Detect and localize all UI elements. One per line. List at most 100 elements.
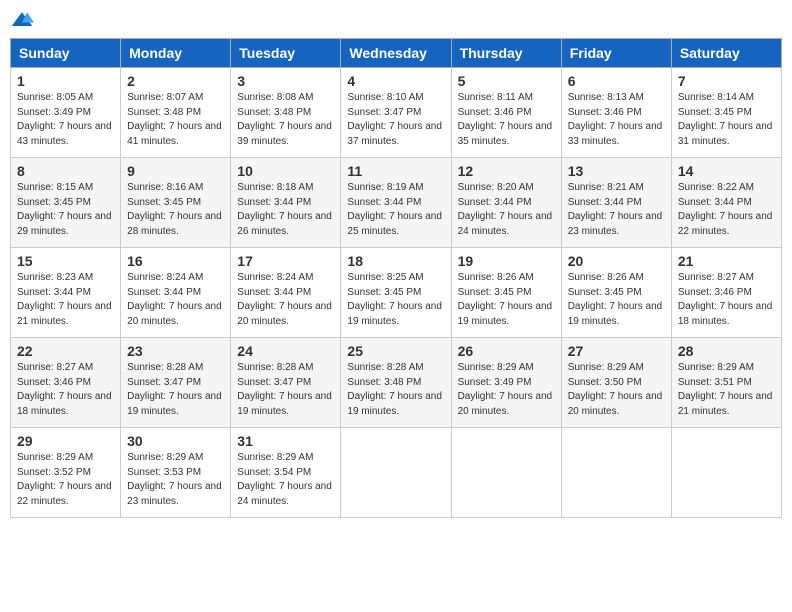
day-info: Sunrise: 8:27 AM Sunset: 3:46 PM Dayligh… <box>17 361 114 419</box>
day-info: Sunrise: 8:21 AM Sunset: 3:44 PM Dayligh… <box>568 181 665 239</box>
logo <box>10 10 38 30</box>
day-info: Sunrise: 8:29 AM Sunset: 3:50 PM Dayligh… <box>568 361 665 419</box>
table-row: 13 Sunrise: 8:21 AM Sunset: 3:44 PM Dayl… <box>561 158 671 248</box>
table-row <box>671 428 781 518</box>
table-row <box>561 428 671 518</box>
day-info: Sunrise: 8:16 AM Sunset: 3:45 PM Dayligh… <box>127 181 224 239</box>
table-row: 16 Sunrise: 8:24 AM Sunset: 3:44 PM Dayl… <box>121 248 231 338</box>
table-row: 19 Sunrise: 8:26 AM Sunset: 3:45 PM Dayl… <box>451 248 561 338</box>
day-info: Sunrise: 8:24 AM Sunset: 3:44 PM Dayligh… <box>237 271 334 329</box>
table-row: 9 Sunrise: 8:16 AM Sunset: 3:45 PM Dayli… <box>121 158 231 248</box>
day-number: 29 <box>17 433 114 449</box>
day-number: 28 <box>678 343 775 359</box>
week-row-5: 29 Sunrise: 8:29 AM Sunset: 3:52 PM Dayl… <box>11 428 782 518</box>
table-row: 11 Sunrise: 8:19 AM Sunset: 3:44 PM Dayl… <box>341 158 451 248</box>
day-number: 27 <box>568 343 665 359</box>
day-number: 15 <box>17 253 114 269</box>
day-info: Sunrise: 8:26 AM Sunset: 3:45 PM Dayligh… <box>568 271 665 329</box>
calendar-table: SundayMondayTuesdayWednesdayThursdayFrid… <box>10 38 782 518</box>
day-number: 14 <box>678 163 775 179</box>
day-number: 2 <box>127 73 224 89</box>
day-info: Sunrise: 8:27 AM Sunset: 3:46 PM Dayligh… <box>678 271 775 329</box>
day-info: Sunrise: 8:07 AM Sunset: 3:48 PM Dayligh… <box>127 91 224 149</box>
table-row: 24 Sunrise: 8:28 AM Sunset: 3:47 PM Dayl… <box>231 338 341 428</box>
day-number: 26 <box>458 343 555 359</box>
table-row: 5 Sunrise: 8:11 AM Sunset: 3:46 PM Dayli… <box>451 68 561 158</box>
table-row: 21 Sunrise: 8:27 AM Sunset: 3:46 PM Dayl… <box>671 248 781 338</box>
table-row: 6 Sunrise: 8:13 AM Sunset: 3:46 PM Dayli… <box>561 68 671 158</box>
day-number: 7 <box>678 73 775 89</box>
table-row <box>451 428 561 518</box>
week-row-3: 15 Sunrise: 8:23 AM Sunset: 3:44 PM Dayl… <box>11 248 782 338</box>
table-row: 22 Sunrise: 8:27 AM Sunset: 3:46 PM Dayl… <box>11 338 121 428</box>
day-number: 5 <box>458 73 555 89</box>
day-number: 30 <box>127 433 224 449</box>
day-number: 8 <box>17 163 114 179</box>
day-info: Sunrise: 8:28 AM Sunset: 3:48 PM Dayligh… <box>347 361 444 419</box>
table-row: 4 Sunrise: 8:10 AM Sunset: 3:47 PM Dayli… <box>341 68 451 158</box>
day-info: Sunrise: 8:08 AM Sunset: 3:48 PM Dayligh… <box>237 91 334 149</box>
day-number: 17 <box>237 253 334 269</box>
table-row: 8 Sunrise: 8:15 AM Sunset: 3:45 PM Dayli… <box>11 158 121 248</box>
day-info: Sunrise: 8:14 AM Sunset: 3:45 PM Dayligh… <box>678 91 775 149</box>
day-info: Sunrise: 8:29 AM Sunset: 3:54 PM Dayligh… <box>237 451 334 509</box>
week-row-4: 22 Sunrise: 8:27 AM Sunset: 3:46 PM Dayl… <box>11 338 782 428</box>
table-row: 3 Sunrise: 8:08 AM Sunset: 3:48 PM Dayli… <box>231 68 341 158</box>
table-row: 2 Sunrise: 8:07 AM Sunset: 3:48 PM Dayli… <box>121 68 231 158</box>
day-number: 16 <box>127 253 224 269</box>
table-row: 15 Sunrise: 8:23 AM Sunset: 3:44 PM Dayl… <box>11 248 121 338</box>
table-row: 25 Sunrise: 8:28 AM Sunset: 3:48 PM Dayl… <box>341 338 451 428</box>
day-info: Sunrise: 8:11 AM Sunset: 3:46 PM Dayligh… <box>458 91 555 149</box>
day-number: 24 <box>237 343 334 359</box>
header-thursday: Thursday <box>451 39 561 68</box>
day-number: 6 <box>568 73 665 89</box>
day-info: Sunrise: 8:19 AM Sunset: 3:44 PM Dayligh… <box>347 181 444 239</box>
day-number: 23 <box>127 343 224 359</box>
header-sunday: Sunday <box>11 39 121 68</box>
day-number: 3 <box>237 73 334 89</box>
table-row: 29 Sunrise: 8:29 AM Sunset: 3:52 PM Dayl… <box>11 428 121 518</box>
table-row: 28 Sunrise: 8:29 AM Sunset: 3:51 PM Dayl… <box>671 338 781 428</box>
table-row: 30 Sunrise: 8:29 AM Sunset: 3:53 PM Dayl… <box>121 428 231 518</box>
day-info: Sunrise: 8:05 AM Sunset: 3:49 PM Dayligh… <box>17 91 114 149</box>
day-info: Sunrise: 8:23 AM Sunset: 3:44 PM Dayligh… <box>17 271 114 329</box>
day-info: Sunrise: 8:29 AM Sunset: 3:52 PM Dayligh… <box>17 451 114 509</box>
day-info: Sunrise: 8:29 AM Sunset: 3:51 PM Dayligh… <box>678 361 775 419</box>
table-row: 14 Sunrise: 8:22 AM Sunset: 3:44 PM Dayl… <box>671 158 781 248</box>
logo-icon <box>10 10 34 30</box>
day-number: 19 <box>458 253 555 269</box>
table-row: 12 Sunrise: 8:20 AM Sunset: 3:44 PM Dayl… <box>451 158 561 248</box>
week-row-1: 1 Sunrise: 8:05 AM Sunset: 3:49 PM Dayli… <box>11 68 782 158</box>
table-row: 26 Sunrise: 8:29 AM Sunset: 3:49 PM Dayl… <box>451 338 561 428</box>
day-number: 18 <box>347 253 444 269</box>
day-number: 11 <box>347 163 444 179</box>
day-info: Sunrise: 8:28 AM Sunset: 3:47 PM Dayligh… <box>237 361 334 419</box>
day-number: 13 <box>568 163 665 179</box>
header-tuesday: Tuesday <box>231 39 341 68</box>
day-number: 4 <box>347 73 444 89</box>
table-row: 17 Sunrise: 8:24 AM Sunset: 3:44 PM Dayl… <box>231 248 341 338</box>
day-info: Sunrise: 8:15 AM Sunset: 3:45 PM Dayligh… <box>17 181 114 239</box>
day-info: Sunrise: 8:29 AM Sunset: 3:49 PM Dayligh… <box>458 361 555 419</box>
day-info: Sunrise: 8:25 AM Sunset: 3:45 PM Dayligh… <box>347 271 444 329</box>
day-info: Sunrise: 8:10 AM Sunset: 3:47 PM Dayligh… <box>347 91 444 149</box>
header-saturday: Saturday <box>671 39 781 68</box>
table-row: 7 Sunrise: 8:14 AM Sunset: 3:45 PM Dayli… <box>671 68 781 158</box>
day-number: 22 <box>17 343 114 359</box>
table-row <box>341 428 451 518</box>
header-wednesday: Wednesday <box>341 39 451 68</box>
day-info: Sunrise: 8:29 AM Sunset: 3:53 PM Dayligh… <box>127 451 224 509</box>
table-row: 1 Sunrise: 8:05 AM Sunset: 3:49 PM Dayli… <box>11 68 121 158</box>
table-row: 10 Sunrise: 8:18 AM Sunset: 3:44 PM Dayl… <box>231 158 341 248</box>
day-info: Sunrise: 8:28 AM Sunset: 3:47 PM Dayligh… <box>127 361 224 419</box>
day-info: Sunrise: 8:24 AM Sunset: 3:44 PM Dayligh… <box>127 271 224 329</box>
table-row: 23 Sunrise: 8:28 AM Sunset: 3:47 PM Dayl… <box>121 338 231 428</box>
day-number: 20 <box>568 253 665 269</box>
header-friday: Friday <box>561 39 671 68</box>
table-row: 18 Sunrise: 8:25 AM Sunset: 3:45 PM Dayl… <box>341 248 451 338</box>
page-header <box>10 10 782 30</box>
day-number: 25 <box>347 343 444 359</box>
table-row: 27 Sunrise: 8:29 AM Sunset: 3:50 PM Dayl… <box>561 338 671 428</box>
day-number: 21 <box>678 253 775 269</box>
week-row-2: 8 Sunrise: 8:15 AM Sunset: 3:45 PM Dayli… <box>11 158 782 248</box>
